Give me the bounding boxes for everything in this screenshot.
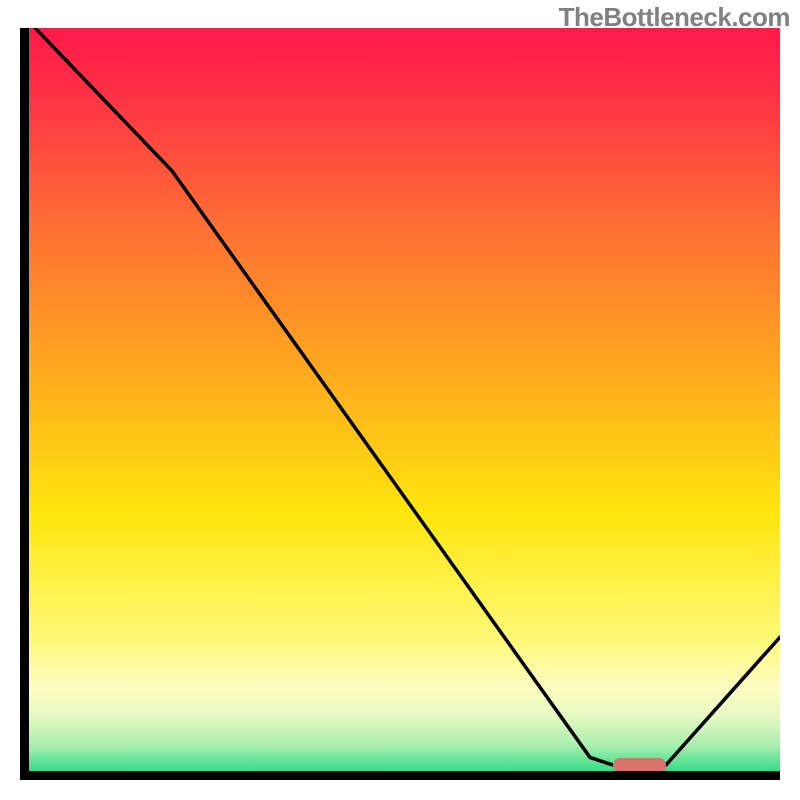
attribution-label: TheBottleneck.com [559, 2, 790, 33]
optimal-range-marker [613, 758, 666, 772]
chart-container: TheBottleneck.com [0, 0, 800, 800]
gradient-background [25, 28, 781, 776]
chart-svg [20, 28, 780, 780]
chart-plot [20, 28, 780, 780]
